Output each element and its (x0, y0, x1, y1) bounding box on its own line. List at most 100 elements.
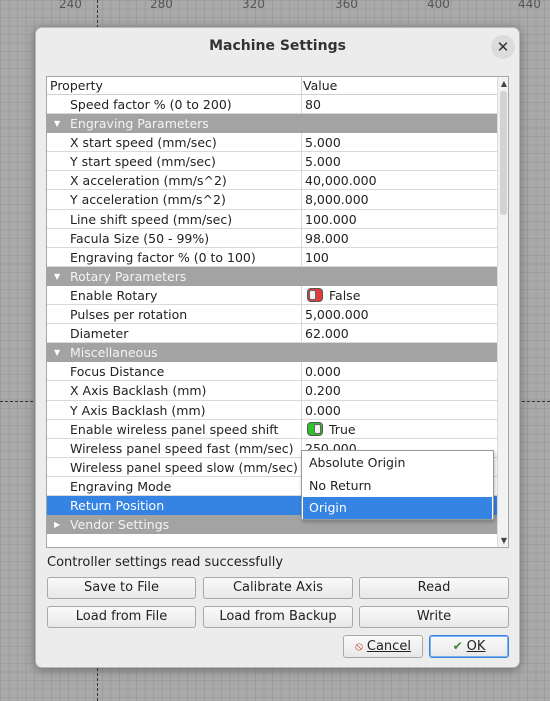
cancel-button-label: Cancel (366, 639, 411, 654)
toggle-switch-icon[interactable] (307, 422, 323, 437)
property-value[interactable]: 5.000 (305, 152, 341, 171)
property-label: X acceleration (mm/s^2) (70, 173, 227, 189)
header-value[interactable]: Value (303, 77, 337, 95)
property-row[interactable]: Enable Rotary False (47, 285, 497, 306)
ok-button[interactable]: ✔ OK (429, 635, 509, 658)
dropdown-option[interactable]: Origin (303, 497, 492, 519)
property-value[interactable]: 100.000 (305, 210, 357, 229)
column-divider (301, 419, 302, 438)
property-row[interactable]: Diameter 62.000 (47, 324, 497, 344)
property-label: Engraving factor % (0 to 100) (70, 249, 256, 265)
property-label: Enable Rotary (70, 287, 158, 303)
category-label: Engraving Parameters (70, 116, 209, 132)
property-row[interactable]: Y Axis Backlash (mm) 0.000 (47, 400, 497, 420)
property-label: Pulses per rotation (70, 307, 188, 323)
column-divider (301, 152, 302, 171)
column-divider (301, 209, 302, 228)
write-button[interactable]: Write (359, 606, 509, 628)
ruler-label: 400 (427, 0, 450, 11)
property-value[interactable]: 0.200 (305, 381, 341, 400)
property-value[interactable]: 40,000.000 (305, 171, 377, 190)
property-row[interactable]: X acceleration (mm/s^2) 40,000.000 (47, 171, 497, 191)
property-row[interactable]: X start speed (mm/sec) 5.000 (47, 133, 497, 153)
property-row[interactable]: Enable wireless panel speed shift True (47, 419, 497, 439)
close-button[interactable]: ✕ (491, 35, 515, 59)
toggle-switch-icon[interactable] (307, 288, 323, 303)
property-value[interactable]: True (305, 420, 356, 439)
property-label: X start speed (mm/sec) (70, 135, 217, 151)
scrollbar-thumb[interactable] (500, 91, 507, 215)
property-label: Engraving Mode (70, 478, 172, 494)
expand-down-arrow-icon[interactable]: ▼ (54, 343, 64, 362)
property-label: Facula Size (50 - 99%) (70, 230, 210, 246)
property-row[interactable]: Pulses per rotation 5,000.000 (47, 305, 497, 325)
machine-settings-dialog: Machine Settings ✕ Property Value Speed … (35, 27, 520, 668)
load-from-file-button[interactable]: Load from File (47, 606, 196, 628)
category-row[interactable]: ▼ Engraving Parameters (47, 114, 497, 134)
property-value[interactable]: False (305, 286, 360, 305)
category-row[interactable]: ▼ Miscellaneous (47, 343, 497, 363)
column-divider (301, 381, 302, 400)
toggle-knob (314, 424, 321, 435)
ruler-label: 240 (59, 0, 82, 11)
column-divider (301, 247, 302, 266)
property-label: X Axis Backlash (mm) (70, 383, 207, 399)
collapse-right-arrow-icon[interactable]: ▶ (54, 515, 64, 534)
grid-scrollbar[interactable]: ▲ ▼ (497, 77, 508, 547)
bool-value-text: True (329, 421, 356, 437)
property-label: Diameter (70, 326, 129, 342)
property-value[interactable]: 98.000 (305, 229, 349, 248)
save-to-file-button[interactable]: Save to File (47, 577, 196, 599)
property-row[interactable]: Y start speed (mm/sec) 5.000 (47, 152, 497, 172)
cancel-button[interactable]: ⦸ Cancel (343, 635, 423, 658)
load-from-backup-button[interactable]: Load from Backup (203, 606, 353, 628)
category-label: Miscellaneous (70, 345, 158, 361)
ruler-label: 320 (242, 0, 265, 11)
expand-down-arrow-icon[interactable]: ▼ (54, 267, 64, 286)
property-value[interactable]: 62.000 (305, 324, 349, 343)
property-value[interactable]: 5,000.000 (305, 305, 369, 324)
scroll-up-arrow-icon[interactable]: ▲ (499, 79, 508, 88)
column-divider (301, 95, 302, 114)
dropdown-option[interactable]: Absolute Origin (303, 452, 492, 474)
close-icon: ✕ (496, 38, 510, 56)
property-row[interactable]: Facula Size (50 - 99%) 98.000 (47, 228, 497, 248)
property-label: Return Position (70, 497, 165, 513)
column-divider (301, 285, 302, 305)
scroll-down-arrow-icon[interactable]: ▼ (499, 536, 508, 545)
property-row[interactable]: Engraving factor % (0 to 100) 100 (47, 247, 497, 267)
property-value[interactable]: 8,000.000 (305, 190, 369, 209)
column-divider (301, 400, 302, 419)
column-divider (301, 228, 302, 247)
cancel-icon: ⦸ (355, 639, 363, 653)
dropdown-option[interactable]: No Return (303, 475, 492, 497)
property-label: Line shift speed (mm/sec) (70, 211, 233, 227)
category-label: Vendor Settings (70, 517, 170, 533)
ok-button-label: OK (466, 639, 486, 654)
property-row[interactable]: Speed factor % (0 to 200) 80 (47, 95, 497, 115)
property-value[interactable]: 80 (305, 95, 321, 114)
category-row[interactable]: ▼ Rotary Parameters (47, 266, 497, 286)
property-row[interactable]: X Axis Backlash (mm) 0.200 (47, 381, 497, 401)
property-value[interactable]: 5.000 (305, 133, 341, 152)
column-divider (301, 190, 302, 209)
column-divider (301, 305, 302, 324)
return-position-dropdown[interactable]: Absolute Origin No Return Origin (301, 450, 494, 520)
property-label: Y start speed (mm/sec) (70, 154, 216, 170)
ok-check-icon: ✔ (452, 639, 463, 653)
property-row[interactable]: Y acceleration (mm/s^2) 8,000.000 (47, 190, 497, 210)
calibrate-axis-button[interactable]: Calibrate Axis (203, 577, 353, 599)
read-button[interactable]: Read (359, 577, 509, 599)
property-value[interactable]: 0.000 (305, 401, 341, 420)
ruler-label: 360 (335, 0, 358, 11)
property-row[interactable]: Line shift speed (mm/sec) 100.000 (47, 209, 497, 229)
header-property[interactable]: Property (50, 77, 103, 95)
property-label: Focus Distance (70, 364, 165, 380)
property-row[interactable]: Focus Distance 0.000 (47, 362, 497, 382)
column-divider (301, 171, 302, 190)
property-value[interactable]: 0.000 (305, 362, 341, 381)
grid-header: Property Value (47, 77, 497, 95)
property-value[interactable]: 100 (305, 248, 329, 267)
expand-down-arrow-icon[interactable]: ▼ (54, 114, 64, 133)
column-divider (301, 324, 302, 343)
